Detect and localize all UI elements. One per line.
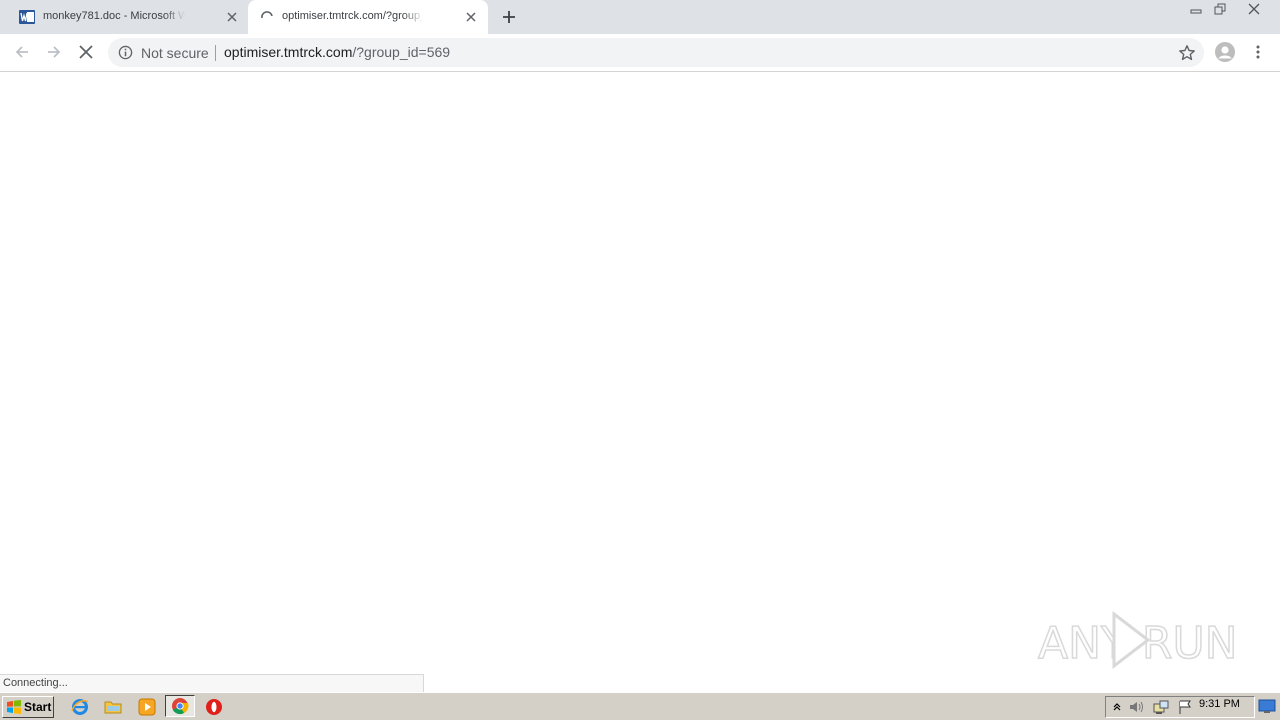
word-icon [19,10,35,24]
show-desktop-icon[interactable] [1258,697,1276,715]
info-icon[interactable] [118,45,133,60]
taskbar: Start 9:31 PM [0,692,1280,720]
url-host: optimiser.tmtrck.com [224,44,353,60]
start-button[interactable]: Start [2,696,54,718]
arrow-left-icon [15,46,28,58]
close-icon [1248,3,1260,15]
minimize-icon [1190,9,1202,14]
forward-button[interactable] [43,41,65,63]
restore-button[interactable] [1208,0,1232,18]
network-tray-item[interactable] [1152,699,1170,715]
taskbar-chrome[interactable] [165,695,195,717]
stop-loading-button[interactable] [75,41,97,63]
divider [215,45,216,61]
network-icon [1153,700,1169,714]
close-window-button[interactable] [1242,0,1266,18]
plus-icon [503,11,515,23]
tab-strip: monkey781.doc - Microsoft Word Online op… [0,0,1280,34]
flag-icon [1179,700,1191,714]
action-center-tray-item[interactable] [1176,699,1194,715]
file-explorer-icon [104,701,122,714]
arrow-right-icon [48,46,61,58]
page-content [0,72,1280,692]
chrome-icon [172,698,189,715]
windows-logo-icon [7,700,21,714]
show-hidden-icons-button[interactable] [1108,699,1126,715]
back-button[interactable] [11,41,33,63]
chevron-up-icon [1113,703,1121,711]
tab-title: monkey781.doc - Microsoft Word Online [43,10,185,22]
url-path: /?group_id=569 [352,44,451,60]
tab-word-doc[interactable]: monkey781.doc - Microsoft Word Online [8,0,246,34]
volume-tray-item[interactable] [1128,699,1146,715]
security-label[interactable]: Not secure [141,45,209,61]
close-tab-icon[interactable] [463,9,479,25]
anyrun-watermark-logo: ANY RUN [1037,610,1236,670]
start-label: Start [24,700,52,714]
browser-menu-button[interactable] [1250,42,1266,62]
url-text[interactable]: optimiser.tmtrck.com/?group_id=569 [224,44,450,60]
speaker-icon [1130,701,1143,713]
address-bar[interactable]: Not secure optimiser.tmtrck.com/?group_i… [108,38,1204,67]
browser-toolbar: Not secure optimiser.tmtrck.com/?group_i… [0,34,1280,72]
close-tab-icon[interactable] [224,9,240,25]
internet-explorer-icon [71,699,89,715]
tab-title: optimiser.tmtrck.com/?group_id=569 [282,10,424,22]
minimize-button[interactable] [1184,0,1208,18]
taskbar-file-explorer[interactable] [101,697,125,717]
taskbar-opera[interactable] [202,697,226,717]
restore-icon [1214,3,1226,15]
tab-optimiser[interactable]: optimiser.tmtrck.com/?group_id=569 [248,0,488,34]
opera-icon [206,699,222,715]
taskbar-internet-explorer[interactable] [68,697,92,717]
taskbar-media-player[interactable] [135,697,159,717]
more-vertical-icon [1256,45,1260,59]
loading-spinner-icon [261,11,273,19]
taskbar-clock[interactable]: 9:31 PM [1199,698,1240,710]
profile-avatar-icon[interactable] [1215,42,1235,62]
status-bubble: Connecting... [0,674,424,692]
stop-icon [79,45,93,59]
bookmark-star-icon[interactable] [1178,44,1196,62]
media-player-icon [138,698,156,716]
new-tab-button[interactable] [499,7,519,27]
